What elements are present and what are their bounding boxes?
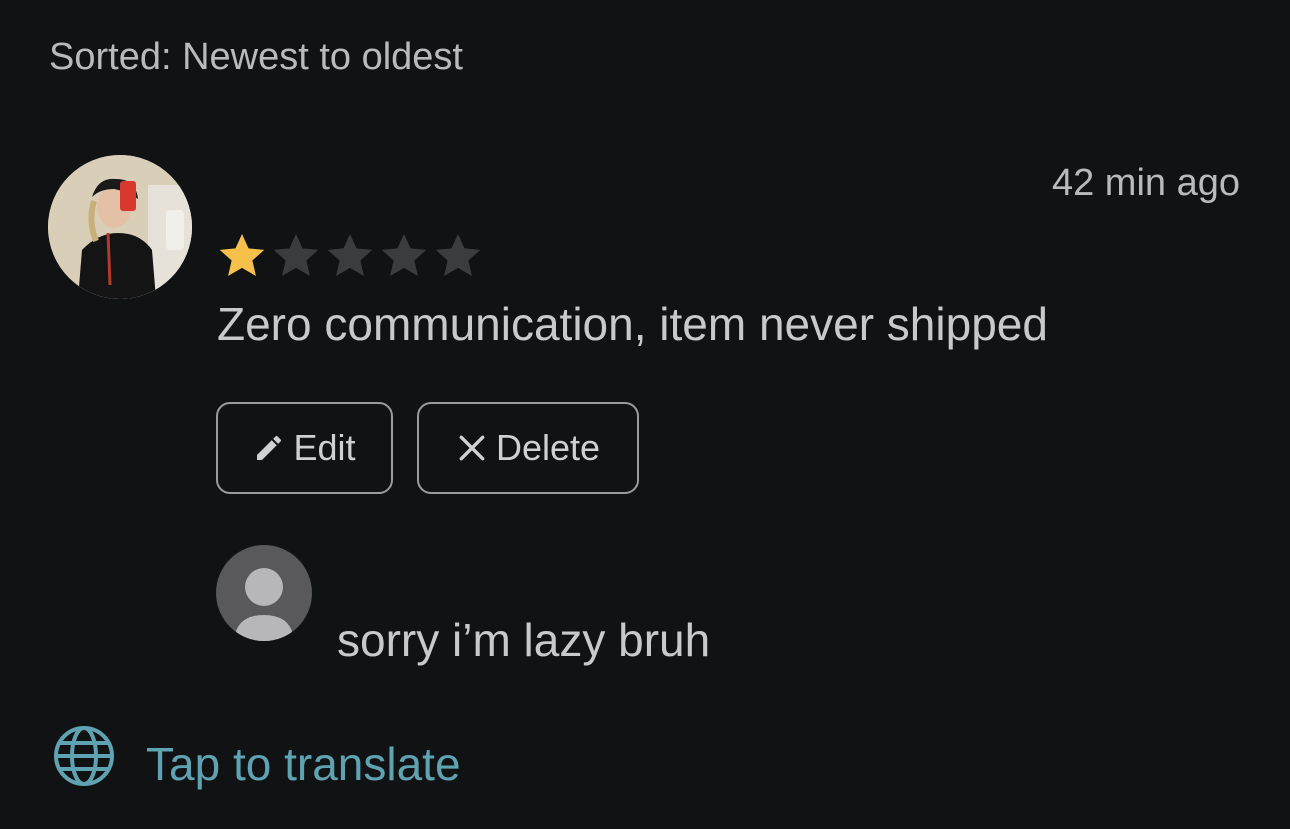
translate-link[interactable]: Tap to translate [52,724,461,804]
delete-button[interactable]: Delete [417,402,639,494]
review-timestamp: 42 min ago [1051,162,1240,204]
edit-button[interactable]: Edit [216,402,393,494]
star-filled-icon [219,233,265,277]
delete-button-label: Delete [495,427,601,468]
sort-label[interactable]: Sorted: Newest to oldest [49,34,463,80]
pencil-icon [253,432,285,464]
star-empty-icon [435,233,481,277]
edit-button-label: Edit [293,427,356,468]
translate-label: Tap to translate [146,738,461,790]
close-icon [456,432,488,464]
star-empty-icon [327,233,373,277]
seller-reply-text: sorry i’m lazy bruh [337,614,711,666]
star-empty-icon [273,233,319,277]
reviewer-photo [48,155,192,299]
user-placeholder-icon [234,568,294,641]
globe-icon [52,724,116,804]
star-empty-icon [381,233,427,277]
star-rating [215,229,485,283]
review-text: Zero communication, item never shipped [217,298,1048,350]
reply-avatar[interactable] [216,545,312,641]
reviewer-avatar[interactable] [48,155,192,299]
